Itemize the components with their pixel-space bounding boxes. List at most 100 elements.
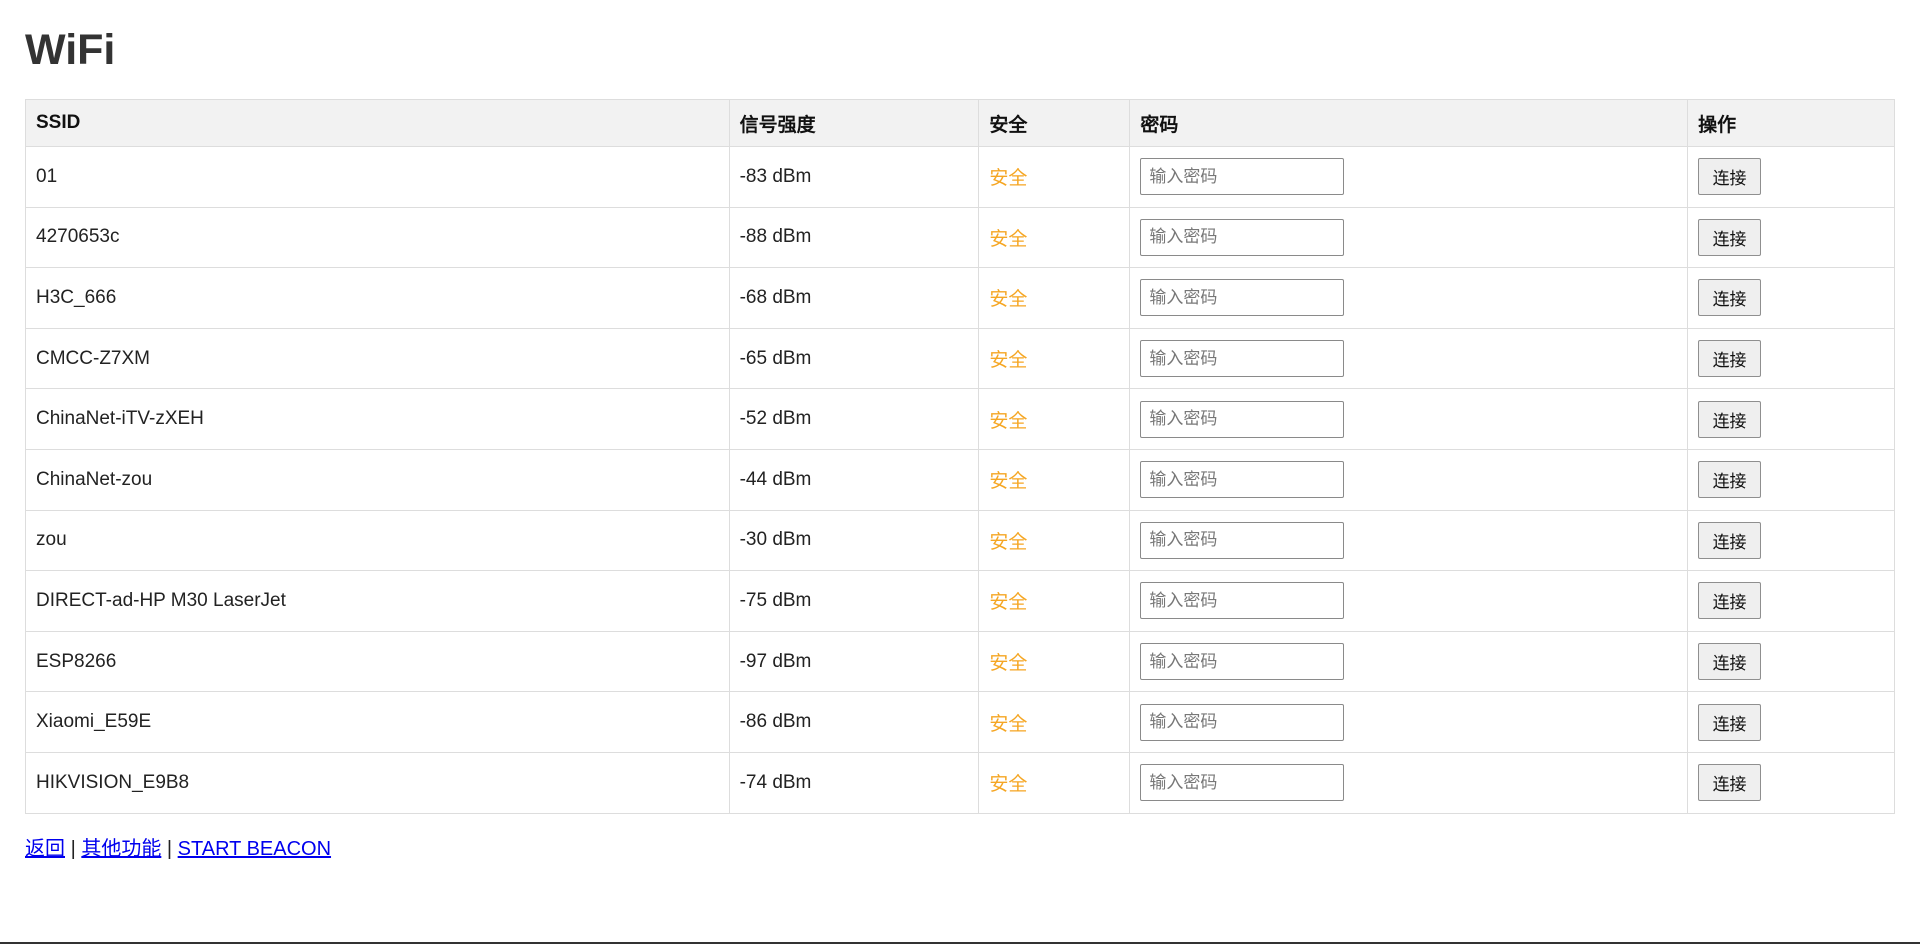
password-cell bbox=[1129, 691, 1689, 753]
table-row: DIRECT-ad-HP M30 LaserJet -75 dBm 安全 连接 bbox=[25, 570, 1895, 632]
wifi-table: SSID 信号强度 安全 密码 操作 01 -83 dBm 安全 连接 4270653c… bbox=[25, 99, 1895, 814]
ssid-cell: DIRECT-ad-HP M30 LaserJet bbox=[25, 570, 730, 632]
signal-cell: -97 dBm bbox=[728, 630, 980, 693]
page-title: WiFi bbox=[25, 26, 116, 74]
action-cell: 连接 bbox=[1687, 388, 1895, 450]
footer-links: 返回 | 其他功能 | START BEACON bbox=[25, 832, 331, 861]
password-input[interactable] bbox=[1140, 400, 1345, 438]
ssid-cell: 01 bbox=[25, 146, 730, 208]
password-cell bbox=[1129, 630, 1689, 693]
connect-button[interactable]: 连接 bbox=[1698, 521, 1762, 559]
password-cell bbox=[1129, 327, 1689, 390]
ssid-cell: ChinaNet-zou bbox=[25, 448, 730, 511]
action-cell: 连接 bbox=[1687, 691, 1895, 753]
back-link[interactable]: 返回 bbox=[25, 838, 65, 860]
connect-button[interactable]: 连接 bbox=[1698, 461, 1762, 499]
other-functions-link[interactable]: 其他功能 bbox=[81, 838, 161, 860]
connect-button[interactable]: 连接 bbox=[1698, 279, 1762, 317]
password-input[interactable] bbox=[1140, 582, 1345, 620]
ssid-cell: H3C_666 bbox=[25, 267, 730, 329]
header-security: 安全 bbox=[978, 99, 1131, 147]
password-cell bbox=[1129, 206, 1689, 269]
connect-button[interactable]: 连接 bbox=[1698, 340, 1762, 378]
action-cell: 连接 bbox=[1687, 751, 1895, 814]
security-status: 安全 bbox=[978, 206, 1131, 269]
ssid-cell: ChinaNet-iTV-zXEH bbox=[25, 388, 730, 450]
ssid-cell: ESP8266 bbox=[25, 630, 730, 693]
table-row: ESP8266 -97 dBm 安全 连接 bbox=[25, 630, 1895, 693]
table-row: Xiaomi_E59E -86 dBm 安全 连接 bbox=[25, 691, 1895, 753]
header-password: 密码 bbox=[1129, 99, 1689, 147]
connect-button[interactable]: 连接 bbox=[1698, 582, 1762, 620]
signal-cell: -75 dBm bbox=[728, 570, 980, 632]
wifi-page: WiFi SSID 信号强度 安全 密码 操作 01 -83 dBm 安全 连接 427… bbox=[0, 0, 1920, 944]
connect-button[interactable]: 连接 bbox=[1698, 158, 1762, 196]
password-input[interactable] bbox=[1140, 158, 1345, 196]
security-status: 安全 bbox=[978, 751, 1131, 814]
signal-cell: -88 dBm bbox=[728, 206, 980, 269]
password-cell bbox=[1129, 146, 1689, 208]
password-input[interactable] bbox=[1140, 218, 1345, 256]
password-input[interactable] bbox=[1140, 703, 1345, 741]
security-status: 安全 bbox=[978, 509, 1131, 572]
action-cell: 连接 bbox=[1687, 448, 1895, 511]
header-signal: 信号强度 bbox=[728, 99, 980, 147]
password-input[interactable] bbox=[1140, 279, 1345, 317]
table-row: CMCC-Z7XM -65 dBm 安全 连接 bbox=[25, 327, 1895, 390]
header-row: SSID 信号强度 安全 密码 操作 bbox=[25, 99, 1895, 147]
security-status: 安全 bbox=[978, 630, 1131, 693]
footer-separator: | bbox=[166, 838, 173, 860]
connect-button[interactable]: 连接 bbox=[1698, 218, 1762, 256]
password-cell bbox=[1129, 448, 1689, 511]
security-status: 安全 bbox=[978, 691, 1131, 753]
ssid-cell: Xiaomi_E59E bbox=[25, 691, 730, 753]
header-action: 操作 bbox=[1687, 99, 1895, 147]
password-cell bbox=[1129, 570, 1689, 632]
footer-separator: | bbox=[70, 838, 76, 860]
ssid-cell: HIKVISION_E9B8 bbox=[25, 751, 730, 814]
signal-cell: -83 dBm bbox=[728, 146, 980, 208]
signal-cell: -52 dBm bbox=[728, 388, 980, 450]
password-cell bbox=[1129, 509, 1689, 572]
password-input[interactable] bbox=[1140, 764, 1345, 802]
table-row: 4270653c -88 dBm 安全 连接 bbox=[25, 206, 1895, 269]
start-beacon-link[interactable]: START BEACON bbox=[178, 838, 331, 860]
security-status: 安全 bbox=[978, 448, 1131, 511]
security-status: 安全 bbox=[978, 388, 1131, 450]
ssid-cell: zou bbox=[25, 509, 730, 572]
table-row: H3C_666 -68 dBm 安全 连接 bbox=[25, 267, 1895, 329]
action-cell: 连接 bbox=[1687, 267, 1895, 329]
signal-cell: -30 dBm bbox=[728, 509, 980, 572]
action-cell: 连接 bbox=[1687, 570, 1895, 632]
table-header: SSID 信号强度 安全 密码 操作 bbox=[25, 99, 1895, 147]
signal-cell: -44 dBm bbox=[728, 448, 980, 511]
password-input[interactable] bbox=[1140, 521, 1345, 559]
password-cell bbox=[1129, 267, 1689, 329]
signal-cell: -65 dBm bbox=[728, 327, 980, 390]
signal-cell: -86 dBm bbox=[728, 691, 980, 753]
table-row: ChinaNet-zou -44 dBm 安全 连接 bbox=[25, 448, 1895, 511]
password-input[interactable] bbox=[1140, 340, 1345, 378]
connect-button[interactable]: 连接 bbox=[1698, 643, 1762, 681]
security-status: 安全 bbox=[978, 327, 1131, 390]
connect-button[interactable]: 连接 bbox=[1698, 400, 1762, 438]
table-row: ChinaNet-iTV-zXEH -52 dBm 安全 连接 bbox=[25, 388, 1895, 450]
password-input[interactable] bbox=[1140, 461, 1345, 499]
password-cell bbox=[1129, 388, 1689, 450]
connect-button[interactable]: 连接 bbox=[1698, 764, 1762, 802]
action-cell: 连接 bbox=[1687, 630, 1895, 693]
security-status: 安全 bbox=[978, 146, 1131, 208]
security-status: 安全 bbox=[978, 570, 1131, 632]
action-cell: 连接 bbox=[1687, 146, 1895, 208]
signal-cell: -74 dBm bbox=[728, 751, 980, 814]
header-ssid: SSID bbox=[25, 99, 730, 147]
table-body: 01 -83 dBm 安全 连接 4270653c -88 dBm 安全 连接 H3C_666-… bbox=[25, 146, 1895, 814]
ssid-cell: CMCC-Z7XM bbox=[25, 327, 730, 390]
password-input[interactable] bbox=[1140, 643, 1345, 681]
security-status: 安全 bbox=[978, 267, 1131, 329]
table-row: 01 -83 dBm 安全 连接 bbox=[25, 146, 1895, 208]
connect-button[interactable]: 连接 bbox=[1698, 703, 1762, 741]
action-cell: 连接 bbox=[1687, 327, 1895, 390]
password-cell bbox=[1129, 751, 1689, 814]
signal-cell: -68 dBm bbox=[728, 267, 980, 329]
